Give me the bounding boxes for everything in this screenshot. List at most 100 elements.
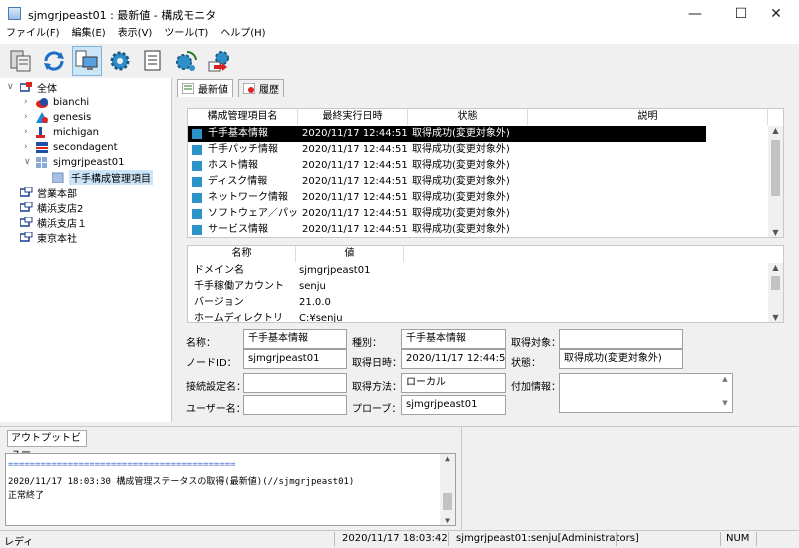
status-field[interactable]: 取得成功(変更対象外)	[559, 349, 683, 369]
scroll-down-arrow[interactable]: ▼	[440, 516, 455, 525]
column-header[interactable]: 説明	[528, 109, 768, 125]
property-row[interactable]: バージョン 21.0.0	[188, 295, 768, 311]
status-divider	[756, 532, 757, 546]
menu-tools[interactable]: ツール(T)	[158, 27, 214, 44]
scroll-thumb[interactable]	[771, 276, 780, 290]
output-view-tab[interactable]: アウトプットビュー	[7, 430, 87, 459]
table-row[interactable]: 千手パッチ情報 2020/11/17 12:44:51 取得成功(変更対象外)	[188, 142, 706, 158]
node-monitor-icon	[10, 50, 31, 72]
table-row[interactable]: ディスク情報 2020/11/17 12:44:51 取得成功(変更対象外)	[188, 174, 706, 190]
menu-edit[interactable]: 編集(E)	[66, 27, 112, 44]
minimize-button[interactable]: —	[672, 0, 718, 27]
vertical-scrollbar[interactable]: ▲ ▼	[768, 263, 783, 322]
column-header[interactable]: 構成管理項目名	[188, 109, 298, 125]
scroll-up-arrow[interactable]: ▲	[768, 126, 783, 135]
status-label: 状態：	[511, 358, 541, 369]
expand-toggle[interactable]: ∨	[7, 82, 14, 92]
tab-history[interactable]: 履歴	[238, 79, 284, 97]
expand-toggle[interactable]: ›	[24, 112, 28, 122]
column-header[interactable]: 名称	[188, 246, 296, 262]
expand-toggle[interactable]: ›	[24, 127, 28, 137]
table-row[interactable]: サービス情報 2020/11/17 12:44:51 取得成功(変更対象外)	[188, 222, 706, 237]
type-label: 種別：	[352, 338, 382, 349]
scroll-thumb[interactable]	[771, 140, 780, 196]
probe-field[interactable]: sjmgrjpeast01	[401, 395, 506, 415]
method-field[interactable]: ローカル	[401, 373, 506, 393]
expand-toggle[interactable]: ›	[24, 97, 28, 107]
menu-help[interactable]: ヘルプ(H)	[214, 27, 271, 44]
extra-info-field[interactable]	[559, 373, 733, 413]
gear-settings-button[interactable]	[105, 46, 135, 76]
acquired-time-field[interactable]: 2020/11/17 12:44:51	[401, 349, 506, 369]
table-row[interactable]: ソフトウェア／パッチ... 2020/11/17 12:44:51 取得成功(変…	[188, 206, 706, 222]
export-gear-button[interactable]	[204, 46, 234, 76]
title-bar: sjmgrjpeast01 : 最新値 - 構成モニタ — ☐ ✕	[0, 0, 799, 27]
status-user: sjmgrjpeast01:senju[Administrators]	[456, 533, 639, 544]
group-icon	[20, 217, 33, 227]
tree-node-genesis[interactable]: genesis	[36, 110, 91, 125]
scroll-up-arrow[interactable]: ▲	[440, 454, 455, 463]
cell: 取得成功(変更対象外)	[412, 176, 510, 187]
table-row[interactable]: ホスト情報 2020/11/17 12:44:51 取得成功(変更対象外)	[188, 158, 706, 174]
target-field[interactable]	[559, 329, 683, 349]
tree-group-yokohama1[interactable]: 横浜支店１	[20, 215, 87, 230]
tree-group-sales[interactable]: 営業本部	[20, 185, 77, 200]
column-header[interactable]: 最終実行日時	[298, 109, 408, 125]
tab-latest[interactable]: 最新値	[177, 79, 233, 97]
column-header[interactable]: 値	[296, 246, 404, 262]
node-id-label: ノードID：	[186, 358, 237, 369]
copy-device-button[interactable]	[72, 46, 102, 76]
cell: 2020/11/17 12:44:51	[302, 160, 408, 171]
node-id-field[interactable]: sjmgrjpeast01	[243, 349, 347, 369]
node-monitor-button[interactable]	[6, 46, 36, 76]
tree-view: ∨ 全体 › bianchi › genesis › michigan › se…	[0, 78, 172, 422]
config-item-icon	[192, 177, 202, 187]
property-row[interactable]: 千手稼働アカウント senju	[188, 279, 768, 295]
tree-node-michigan[interactable]: michigan	[36, 125, 99, 140]
scroll-up-arrow[interactable]: ▲	[768, 263, 783, 272]
user-name-label: ユーザー名：	[186, 404, 246, 415]
refresh-button[interactable]	[39, 46, 69, 76]
cycle-gear-button[interactable]	[171, 46, 201, 76]
tree-node-config-items[interactable]: 千手構成管理項目	[52, 170, 153, 185]
scroll-thumb[interactable]	[443, 493, 452, 510]
windows-node-icon	[36, 157, 47, 168]
connection-field[interactable]	[243, 373, 347, 393]
scroll-down-arrow[interactable]: ▼	[768, 313, 783, 322]
cell: sjmgrjpeast01	[299, 265, 371, 276]
tree-label: 営業本部	[37, 189, 77, 200]
config-item-icon	[192, 193, 202, 203]
cell: 21.0.0	[299, 297, 331, 308]
tree-group-tokyo[interactable]: 東京本社	[20, 230, 77, 245]
gear-settings-icon	[110, 51, 130, 71]
tree-node-bianchi[interactable]: bianchi	[36, 95, 89, 110]
property-row[interactable]: ドメイン名 sjmgrjpeast01	[188, 263, 768, 279]
tree-group-yokohama2[interactable]: 横浜支店2	[20, 200, 83, 215]
column-header[interactable]: 状態	[408, 109, 528, 125]
name-field[interactable]: 千手基本情報	[243, 329, 347, 349]
collapse-toggle[interactable]: ∨	[24, 157, 31, 167]
vertical-scrollbar[interactable]: ▲ ▼	[768, 126, 783, 237]
tree-root[interactable]: 全体	[20, 80, 57, 95]
tree-node-sjmgrjpeast01[interactable]: sjmgrjpeast01	[36, 155, 124, 170]
menu-view[interactable]: 表示(V)	[112, 27, 159, 44]
vertical-scrollbar[interactable]: ▲ ▼	[440, 454, 455, 525]
type-field[interactable]: 千手基本情報	[401, 329, 506, 349]
group-icon	[20, 232, 33, 242]
table-row[interactable]: 千手基本情報 2020/11/17 12:44:51 取得成功(変更対象外)	[188, 126, 706, 142]
table-row[interactable]: ネットワーク情報 2020/11/17 12:44:51 取得成功(変更対象外)	[188, 190, 706, 206]
menu-file[interactable]: ファイル(F)	[0, 27, 66, 44]
scroll-down-arrow[interactable]: ▼	[768, 228, 783, 237]
cell: senju	[299, 281, 326, 292]
property-row[interactable]: ホームディレクトリ C:¥senju	[188, 311, 768, 322]
extra-info-scrollbar[interactable]: ▲ ▼	[719, 375, 731, 411]
expand-toggle[interactable]: ›	[24, 142, 28, 152]
splitter[interactable]	[461, 427, 462, 531]
cell: 2020/11/17 12:44:51	[302, 224, 408, 235]
output-log[interactable]: ========================================…	[5, 453, 456, 526]
report-button[interactable]	[138, 46, 168, 76]
user-name-field[interactable]	[243, 395, 347, 415]
tree-node-secondagent[interactable]: secondagent	[36, 140, 118, 155]
config-items-icon	[52, 172, 64, 183]
close-button[interactable]: ✕	[753, 0, 799, 27]
